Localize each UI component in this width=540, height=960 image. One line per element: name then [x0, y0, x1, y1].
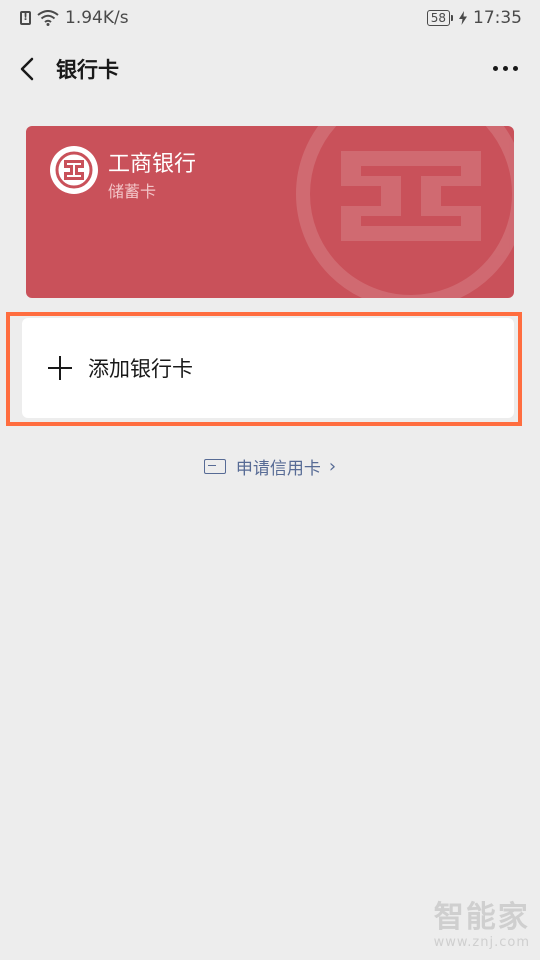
notification-alert-icon: !: [20, 11, 31, 25]
more-options-button[interactable]: [493, 66, 518, 71]
status-right: 58 17:35: [426, 8, 522, 28]
battery-level: 58: [426, 10, 450, 26]
nav-bar: 银行卡: [0, 38, 540, 100]
page-title: 银行卡: [56, 58, 119, 82]
add-bank-card-label: 添加银行卡: [88, 357, 193, 381]
plus-icon: [48, 356, 72, 380]
chevron-right-icon: ›: [328, 455, 337, 477]
card-type: 储蓄卡: [108, 182, 157, 201]
back-button[interactable]: [16, 54, 40, 84]
icbc-logo-icon: [55, 151, 93, 189]
wifi-icon: [37, 10, 59, 26]
watermark-url: www.znj.com: [433, 935, 530, 950]
credit-card-icon: [203, 458, 226, 474]
more-dot-icon: [493, 66, 498, 71]
bank-logo-watermark-icon: [296, 126, 514, 298]
chevron-left-icon: [20, 57, 34, 81]
status-left: ! 1.94K/s: [20, 8, 129, 28]
apply-credit-card-link[interactable]: 申请信用卡 ›: [0, 452, 540, 480]
watermark-title: 智能家: [433, 900, 530, 935]
apply-credit-card-label: 申请信用卡: [235, 458, 321, 479]
battery-cap: [451, 15, 453, 21]
clock: 17:35: [473, 8, 522, 28]
charging-icon: [459, 11, 467, 25]
bank-cards-page: ! 1.94K/s 58 17:35 银行卡 工商银行 储蓄卡 添加银行卡 申请…: [0, 0, 540, 960]
battery-indicator: 58: [426, 10, 453, 26]
site-watermark: 智能家 www.znj.com: [433, 900, 530, 951]
bank-name: 工商银行: [108, 152, 197, 177]
bank-card-icbc[interactable]: 工商银行 储蓄卡: [26, 126, 514, 298]
status-bar: ! 1.94K/s 58 17:35: [0, 0, 540, 36]
bank-logo: [50, 146, 98, 194]
add-bank-card-button[interactable]: 添加银行卡: [22, 318, 514, 418]
more-dot-icon: [503, 66, 508, 71]
network-speed: 1.94K/s: [65, 8, 129, 28]
more-dot-icon: [513, 66, 518, 71]
